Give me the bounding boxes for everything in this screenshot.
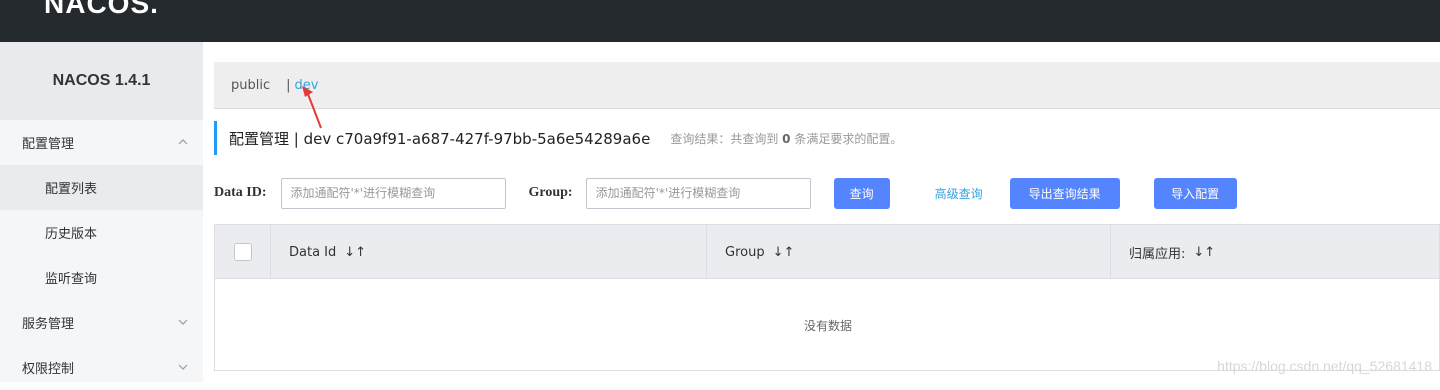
page-title: 配置管理 | dev c70a9f91-a687-427f-97bb-5a6e5… [229,129,651,148]
sidebar-item-history[interactable]: 历史版本 [0,210,203,255]
sidebar-item-label: 监听查询 [45,272,98,287]
config-table: Data Id ↓↑ Group ↓↑ 归属应用: ↓↑ 没有数据 [214,224,1440,371]
sort-icon[interactable]: ↓↑ [344,245,366,260]
query-button[interactable]: 查询 [833,177,890,209]
column-app[interactable]: 归属应用: ↓↑ [1111,225,1439,279]
chevron-down-icon [178,364,188,370]
sidebar: NACOS 1.4.1 配置管理 配置列表 历史版本 监听查询 服务管理 权限控… [0,42,203,382]
column-group[interactable]: Group ↓↑ [707,225,1111,279]
sort-icon[interactable]: ↓↑ [773,245,795,260]
sidebar-item-listener-query[interactable]: 监听查询 [0,255,203,300]
sidebar-item-config-list[interactable]: 配置列表 [0,165,203,210]
sidebar-group-service[interactable]: 服务管理 [0,300,203,345]
sidebar-group-label: 权限控制 [22,362,75,377]
data-id-label: Data ID: [214,185,267,200]
sidebar-group-auth[interactable]: 权限控制 [0,345,203,390]
select-all-cell [215,225,271,279]
sidebar-item-label: 历史版本 [45,227,98,242]
import-config-button[interactable]: 导入配置 [1153,177,1237,209]
namespace-separator: | [286,77,291,93]
watermark-text: https://blog.csdn.net/qq_52681418 [1217,358,1432,374]
main-content: public | dev 配置管理 | dev c70a9f91-a687-42… [203,42,1440,382]
search-bar: Data ID: Group: 查询 高级查询 导出查询结果 导入配置 [214,177,1237,209]
top-navbar: NACOS. [0,0,1440,42]
nacos-logo[interactable]: NACOS. [44,0,159,20]
sidebar-version: NACOS 1.4.1 [0,42,203,120]
sidebar-group-config[interactable]: 配置管理 [0,120,203,165]
sidebar-group-label: 服务管理 [22,317,75,332]
group-input[interactable] [585,177,811,209]
table-header: Data Id ↓↑ Group ↓↑ 归属应用: ↓↑ [215,225,1439,279]
group-label: Group: [528,185,573,200]
sidebar-item-label: 配置列表 [45,182,98,197]
chevron-down-icon [178,319,188,325]
data-id-input[interactable] [280,177,506,209]
select-all-checkbox[interactable] [233,243,252,261]
column-data-id[interactable]: Data Id ↓↑ [271,225,707,279]
result-count: 0 [782,131,791,146]
namespace-bar: public | dev [214,62,1440,109]
chevron-up-icon [178,139,188,145]
export-results-button[interactable]: 导出查询结果 [1009,177,1120,209]
sidebar-group-label: 配置管理 [22,137,75,152]
page-title-row: 配置管理 | dev c70a9f91-a687-427f-97bb-5a6e5… [214,121,902,155]
query-result-hint: 查询结果：共查询到 0 条满足要求的配置。 [670,131,903,146]
advanced-query-link[interactable]: 高级查询 [935,185,983,202]
namespace-public[interactable]: public [231,78,270,93]
sort-icon[interactable]: ↓↑ [1193,245,1215,260]
